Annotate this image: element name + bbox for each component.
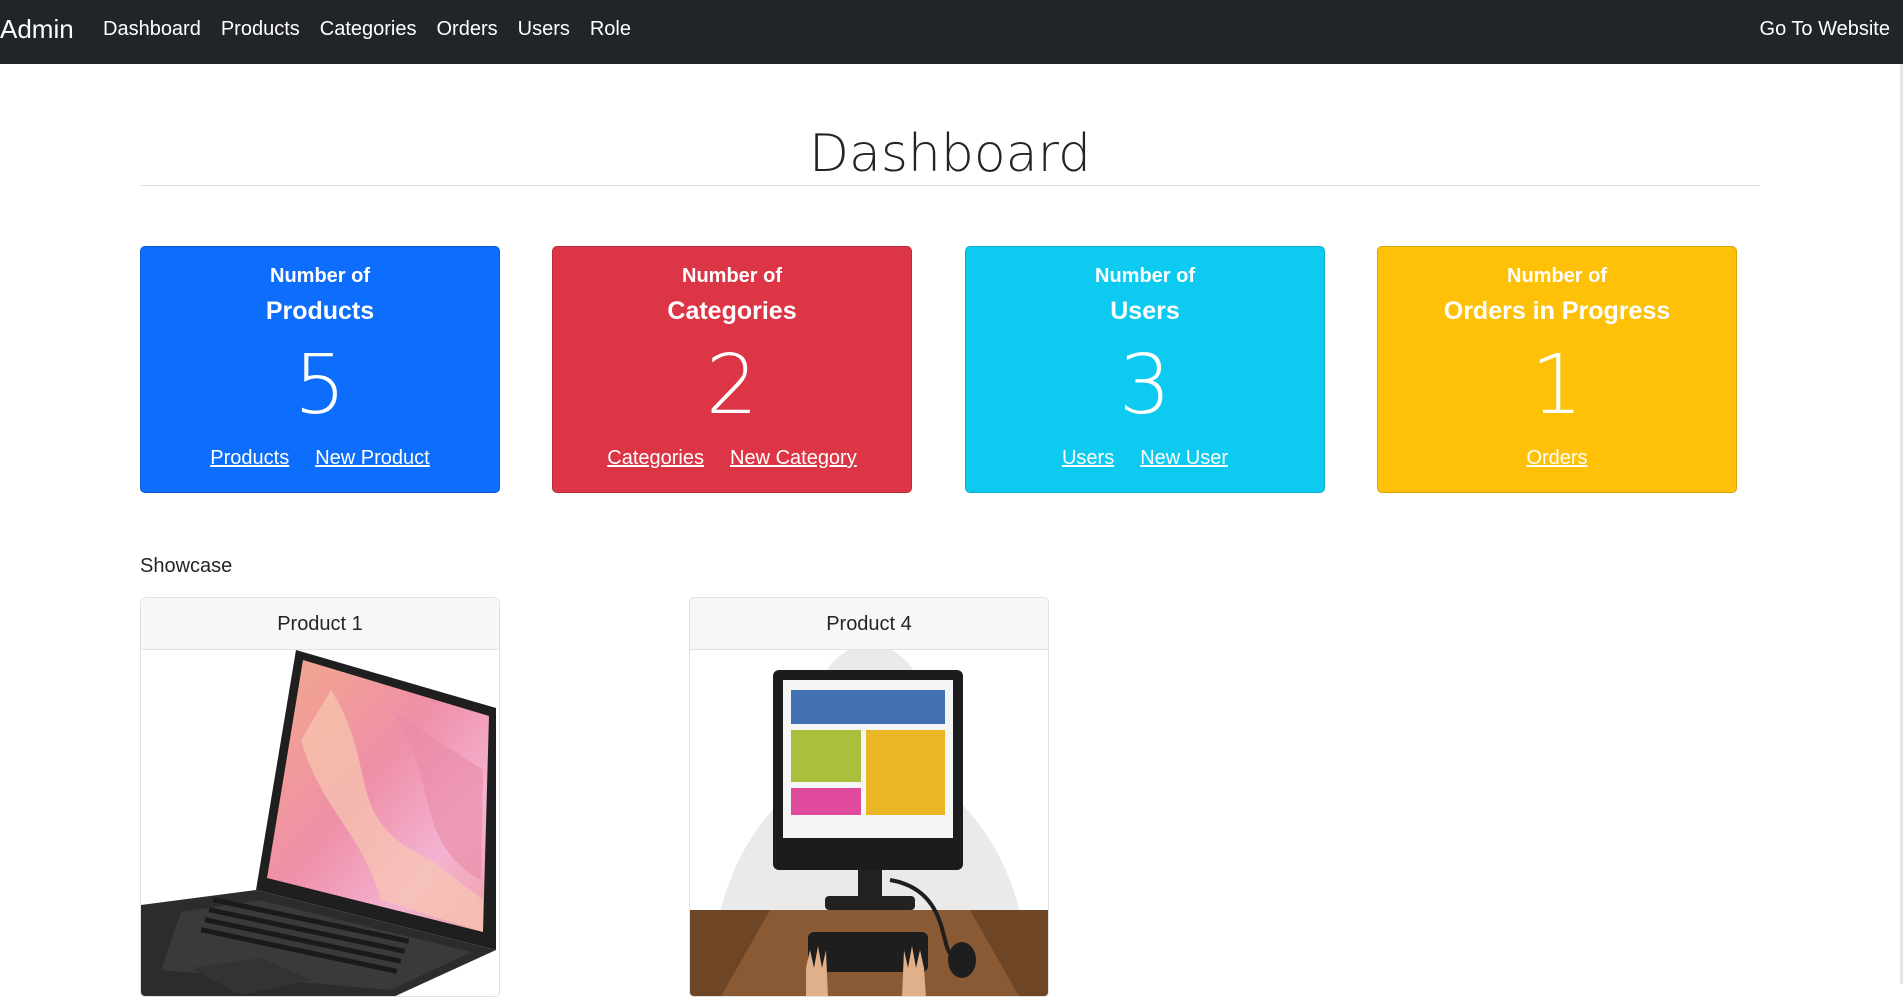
categories-link[interactable]: Categories — [607, 447, 704, 470]
card-links: Orders — [1378, 447, 1736, 470]
nav-link-products[interactable]: Products — [221, 18, 300, 41]
product-card[interactable]: Product 1 — [140, 597, 500, 997]
card-title: Users — [1110, 297, 1180, 325]
new-user-link[interactable]: New User — [1140, 447, 1228, 470]
nav-link-role[interactable]: Role — [590, 18, 631, 41]
card-title: Orders in Progress — [1443, 297, 1671, 325]
products-stat-card: Number of Products 5 Products New Produc… — [140, 246, 500, 493]
page-title: Dashboard — [808, 124, 1092, 184]
product-card[interactable]: Product 4 — [689, 597, 1049, 997]
nav-link-categories[interactable]: Categories — [320, 18, 417, 41]
products-link[interactable]: Products — [210, 447, 289, 470]
title-divider — [140, 185, 1760, 186]
users-stat-card: Number of Users 3 Users New User — [965, 246, 1325, 493]
new-category-link[interactable]: New Category — [730, 447, 857, 470]
card-prefix: Number of — [682, 265, 782, 287]
showcase-heading: Showcase — [140, 555, 233, 577]
card-prefix: Number of — [1507, 265, 1607, 287]
orders-count: 1 — [1530, 338, 1584, 433]
nav-link-orders[interactable]: Orders — [437, 18, 498, 41]
users-link[interactable]: Users — [1062, 447, 1114, 470]
card-title: Categories — [667, 297, 797, 325]
brand-link[interactable]: Admin — [0, 14, 74, 45]
top-navbar: Admin Dashboard Products Categories Orde… — [0, 0, 1903, 64]
product-name: Product 4 — [690, 598, 1048, 650]
categories-stat-card: Number of Categories 2 Categories New Ca… — [552, 246, 912, 493]
card-links: Products New Product — [141, 447, 499, 470]
card-title: Products — [265, 297, 375, 325]
users-count: 3 — [1118, 338, 1172, 433]
nav-links: Dashboard Products Categories Orders Use… — [103, 18, 631, 41]
card-links: Categories New Category — [553, 447, 911, 470]
go-to-website-link[interactable]: Go To Website — [1760, 18, 1890, 41]
card-links: Users New User — [966, 447, 1324, 470]
nav-link-users[interactable]: Users — [518, 18, 570, 41]
product-name: Product 1 — [141, 598, 499, 650]
categories-count: 2 — [705, 338, 759, 433]
new-product-link[interactable]: New Product — [315, 447, 430, 470]
computer-desk-illustration — [690, 650, 1048, 996]
laptop-image — [141, 650, 499, 996]
card-prefix: Number of — [270, 265, 370, 287]
products-count: 5 — [293, 338, 347, 433]
orders-stat-card: Number of Orders in Progress 1 Orders — [1377, 246, 1737, 493]
nav-link-dashboard[interactable]: Dashboard — [103, 18, 201, 41]
orders-link[interactable]: Orders — [1526, 447, 1587, 470]
card-prefix: Number of — [1095, 265, 1195, 287]
